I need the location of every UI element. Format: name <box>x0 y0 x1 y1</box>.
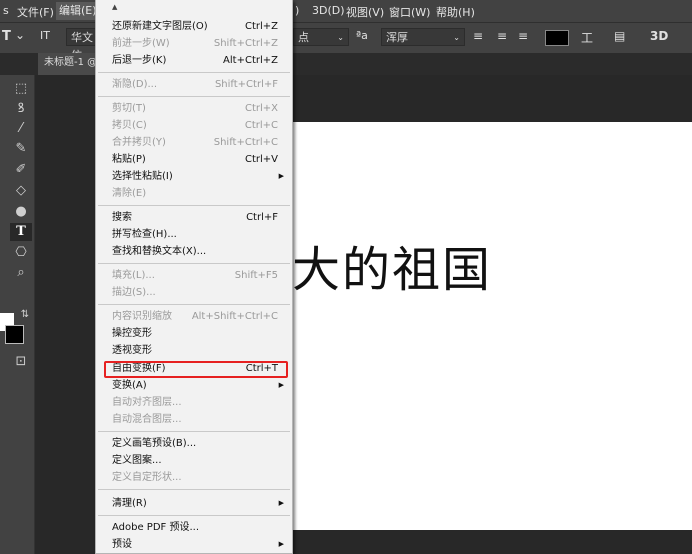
menu-item-cut[interactable]: 剪切(T) Ctrl+X <box>112 100 284 117</box>
lasso-tool-icon[interactable]: ꝸ <box>10 100 32 118</box>
warp-text-icon[interactable]: 工 <box>581 29 593 46</box>
menu-item-auto-align-layers[interactable]: 自动对齐图层... <box>112 394 284 411</box>
menu-file[interactable]: 文件(F) <box>17 4 54 20</box>
menu-separator <box>98 515 290 516</box>
font-family-select[interactable]: 华文仿 <box>66 28 96 62</box>
menu-item-stroke[interactable]: 描边(S)... <box>112 284 284 301</box>
menu-item-spell-check[interactable]: 拼写检查(H)... <box>112 226 284 243</box>
chevron-down-icon: ⌄ <box>337 33 344 42</box>
menu-item-copy[interactable]: 拷贝(C) Ctrl+C <box>112 117 284 134</box>
menu-edit[interactable]: 编辑(E) <box>56 2 100 20</box>
antialias-icon: ªa <box>356 29 368 42</box>
edit-dropdown-menu: ▲ 还原新建文字图层(O) Ctrl+Z 前进一步(W) Shift+Ctrl+Z … <box>95 0 293 554</box>
menu-view[interactable]: 视图(V) <box>346 4 384 20</box>
chevron-down-icon: ⌄ <box>453 33 460 42</box>
zoom-tool-icon[interactable]: ⌕ <box>10 264 32 282</box>
menu-item-step-forward[interactable]: 前进一步(W) Shift+Ctrl+Z <box>112 35 284 52</box>
menu-item-clear[interactable]: 清除(E) <box>112 185 284 202</box>
text-orientation-icon[interactable]: IT <box>40 29 50 42</box>
brush-tool-icon[interactable]: ✎ <box>10 140 32 158</box>
menu-item-paste[interactable]: 粘贴(P) Ctrl+V <box>112 151 284 168</box>
menu-item-fill[interactable]: 填充(L)... Shift+F5 <box>112 267 284 284</box>
menu-item-undo[interactable]: 还原新建文字图层(O) Ctrl+Z <box>112 18 284 35</box>
chevron-down-icon[interactable]: ⌄ <box>15 28 25 42</box>
menu-item-purge[interactable]: 清理(R) ▶ <box>112 495 284 512</box>
menu-separator <box>98 304 290 305</box>
align-left-icon[interactable]: ≡ <box>473 29 483 43</box>
menu-separator <box>98 489 290 490</box>
text-color-swatch[interactable] <box>545 30 569 46</box>
document-tab[interactable]: 未标题-1 @ <box>38 53 98 75</box>
swap-colors-icon[interactable]: ⇅ <box>14 306 36 324</box>
scroll-up-arrow-icon[interactable]: ▲ <box>112 3 117 11</box>
font-size-select[interactable]: 点 ⌄ <box>293 28 349 46</box>
menu-partial-left[interactable]: s <box>3 4 9 17</box>
menu-item-auto-blend-layers[interactable]: 自动混合图层... <box>112 411 284 428</box>
document-canvas[interactable]: 大的祖国 <box>292 122 692 530</box>
menu-item-search[interactable]: 搜索 Ctrl+F <box>112 209 284 226</box>
align-right-icon[interactable]: ≡ <box>518 29 528 43</box>
menu-item-step-backward[interactable]: 后退一步(K) Alt+Ctrl+Z <box>112 52 284 69</box>
menu-item-transform[interactable]: 变换(A) ▶ <box>112 377 284 394</box>
menu-item-fade[interactable]: 渐隐(D)... Shift+Ctrl+F <box>112 76 284 93</box>
paint-bucket-tool-icon[interactable]: ◇ <box>10 182 32 200</box>
font-size-value: 点 <box>298 31 309 44</box>
antialias-value: 浑厚 <box>386 31 408 44</box>
menu-item-define-pattern[interactable]: 定义图案... <box>112 452 284 469</box>
menu-separator <box>98 205 290 206</box>
menu-item-copy-merged[interactable]: 合并拷贝(Y) Shift+Ctrl+C <box>112 134 284 151</box>
menu-partial-right[interactable]: ) <box>295 4 299 17</box>
menu-separator <box>98 96 290 97</box>
panels-icon[interactable]: ▤ <box>614 29 625 43</box>
align-center-icon[interactable]: ≡ <box>497 29 507 43</box>
tools-panel: ⬚ ꝸ ⁄ ✎ ✐ ◇ ● T ⎔ ⌕ ⇅ ⊡ <box>0 75 35 554</box>
free-transform-highlight-box <box>104 361 288 378</box>
eraser-tool-icon[interactable]: ✐ <box>10 161 32 179</box>
antialias-select[interactable]: 浑厚 ⌄ <box>381 28 465 46</box>
menu-separator <box>98 72 290 73</box>
menu-separator <box>98 263 290 264</box>
menu-item-adobe-pdf-presets[interactable]: Adobe PDF 预设... <box>112 519 284 536</box>
menu-item-presets[interactable]: 预设 ▶ <box>112 536 284 553</box>
shape-tool-icon[interactable]: ⎔ <box>10 244 32 262</box>
menu-item-puppet-warp[interactable]: 操控变形 <box>112 325 284 342</box>
menu-item-define-brush[interactable]: 定义画笔预设(B)... <box>112 435 284 452</box>
menu-item-paste-special[interactable]: 选择性粘贴(I) ▶ <box>112 168 284 185</box>
menu-window[interactable]: 窗口(W) <box>389 4 430 20</box>
menu-item-find-replace[interactable]: 查找和替换文本(X)... <box>112 243 284 260</box>
menu-help[interactable]: 帮助(H) <box>436 4 475 20</box>
marquee-tool-icon[interactable]: ⬚ <box>10 80 32 98</box>
submenu-arrow-icon: ▶ <box>278 540 284 548</box>
menu-item-define-custom-shape[interactable]: 定义自定形状... <box>112 469 284 486</box>
menu-3d[interactable]: 3D(D) <box>312 4 345 17</box>
foreground-color-swatch[interactable] <box>5 325 24 344</box>
submenu-arrow-icon: ▶ <box>278 499 284 507</box>
menu-item-perspective-warp[interactable]: 透视变形 <box>112 342 284 359</box>
eyedropper-tool-icon[interactable]: ⁄ <box>10 120 32 138</box>
3d-icon[interactable]: 3D <box>650 29 668 43</box>
dodge-tool-icon[interactable]: ● <box>10 203 32 221</box>
menu-item-content-aware-scale[interactable]: 内容识别缩放 Alt+Shift+Ctrl+C <box>112 308 284 325</box>
type-tool-icon[interactable]: T <box>10 223 32 241</box>
quick-mask-icon[interactable]: ⊡ <box>10 353 32 371</box>
tool-preset-icon[interactable]: T <box>2 29 11 44</box>
canvas-text-layer[interactable]: 大的祖国 <box>292 230 492 300</box>
menu-separator <box>98 431 290 432</box>
submenu-arrow-icon: ▶ <box>278 381 284 389</box>
submenu-arrow-icon: ▶ <box>278 172 284 180</box>
